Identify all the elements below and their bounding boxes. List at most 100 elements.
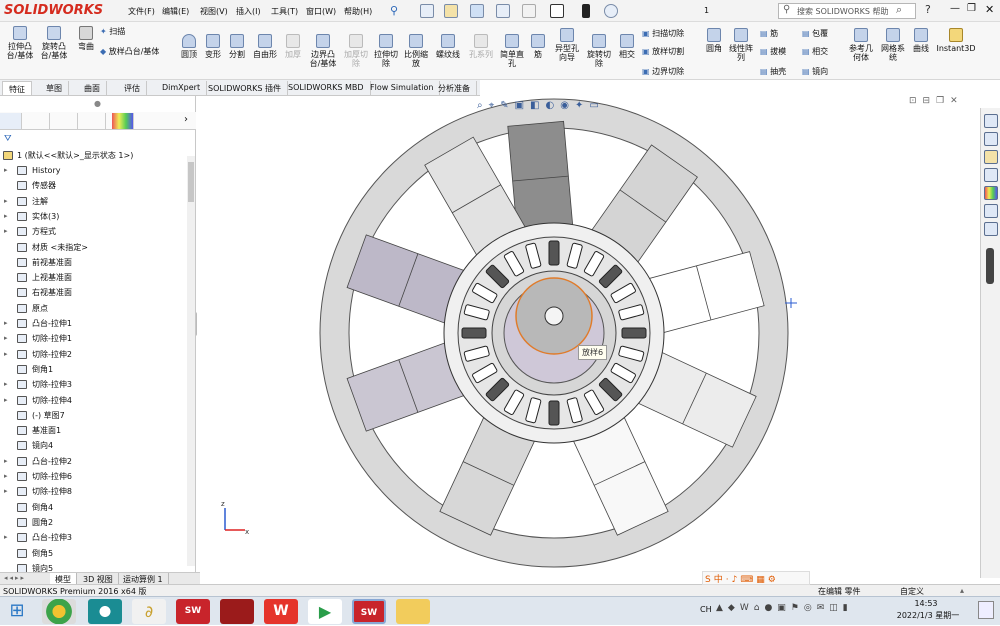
red-app-icon[interactable] xyxy=(220,599,254,624)
boundary-cut-button[interactable]: ▣ 边界切除 xyxy=(642,66,684,77)
instant3d-button[interactable]: Instant3D xyxy=(936,28,976,53)
rebuild-traffic-light-icon[interactable] xyxy=(582,4,590,18)
tree-item[interactable]: 倒角1 xyxy=(0,362,186,377)
tree-item[interactable]: (-) 草图7 xyxy=(0,408,186,423)
tree-item[interactable]: ▸ 凸台-拉伸2 xyxy=(0,454,186,469)
filter-icon[interactable]: ⛛ xyxy=(4,134,12,144)
solidworks-2016-icon[interactable]: SW xyxy=(176,599,210,624)
tab-nav-arrows-icon[interactable]: ◂◂▸▸ xyxy=(4,574,26,582)
feature-manager-tab-icon[interactable] xyxy=(0,113,22,129)
deform-button[interactable]: 变形 xyxy=(202,34,224,59)
expand-arrow-icon[interactable]: ▸ xyxy=(4,377,8,392)
menu-help[interactable]: 帮助(H) xyxy=(344,6,372,17)
hole-series-button[interactable]: 孔系列 xyxy=(466,34,496,59)
help-question-icon[interactable]: ? xyxy=(925,3,931,16)
tree-item[interactable]: ▸ 切除-拉伸4 xyxy=(0,393,186,408)
home-icon[interactable] xyxy=(984,114,998,128)
tree-item[interactable]: 倒角4 xyxy=(0,500,186,515)
clock-date[interactable]: 2022/1/3 星期一 xyxy=(888,610,968,621)
curves-button[interactable]: 曲线 xyxy=(910,28,932,53)
boundary-boss-button[interactable]: 边界凸 台/基体 xyxy=(306,34,340,68)
tree-item[interactable]: 右视基准面 xyxy=(0,285,186,300)
arduino-icon[interactable] xyxy=(88,599,122,624)
file-explorer-icon[interactable] xyxy=(984,150,998,164)
expand-arrow-icon[interactable]: ▸ xyxy=(4,454,8,469)
tab-flow-simulation[interactable]: Flow Simulation xyxy=(364,81,441,95)
tree-item[interactable]: 倒角5 xyxy=(0,546,186,561)
units-dropdown-chevron-icon[interactable]: ▴ xyxy=(960,586,964,595)
tree-item[interactable]: 圆角2 xyxy=(0,515,186,530)
minimize-button[interactable]: — xyxy=(950,3,960,14)
clock-time[interactable]: 14:53 xyxy=(906,599,946,608)
tree-item[interactable]: ▸ 切除-拉伸8 xyxy=(0,484,186,499)
draft-button[interactable]: ▤ 拔模 xyxy=(760,46,786,57)
lofted-cut-button[interactable]: ▣ 放样切割 xyxy=(642,46,684,57)
hole-wizard-button[interactable]: 异型孔 向导 xyxy=(552,28,582,62)
viewport-window-controls[interactable]: ⊡⊟❐✕ xyxy=(909,96,964,106)
menu-edit[interactable]: 编辑(E) xyxy=(162,6,189,17)
wrap-button[interactable]: ▤ 包覆 xyxy=(802,28,828,39)
tab-dimxpert[interactable]: DimXpert xyxy=(156,81,208,95)
rib-side-button[interactable]: ▤ 筋 xyxy=(760,28,778,39)
extrude-cut-button[interactable]: 拉伸切 除 xyxy=(372,34,400,68)
heads-up-view-toolbar[interactable]: ⌕⌖✎▣◧◐◉✦▭ xyxy=(477,100,727,114)
expand-arrow-icon[interactable]: ▸ xyxy=(4,316,8,331)
tree-item[interactable]: 前视基准面 xyxy=(0,255,186,270)
scale-button[interactable]: 比例缩 放 xyxy=(402,34,430,68)
system-tray-icons[interactable]: ▲◆W⌂●▣⚑◎✉◫▮ xyxy=(716,603,853,613)
reference-geometry-button[interactable]: 参考几 何体 xyxy=(846,28,876,62)
restore-button[interactable]: ❐ xyxy=(967,3,976,14)
extrude-boss-button[interactable]: 拉伸凸 台/基体 xyxy=(4,26,36,60)
tab-solidworks-addins[interactable]: SOLIDWORKS 插件 xyxy=(202,81,288,95)
play-store-icon[interactable]: ▶ xyxy=(308,599,342,624)
graphics-area[interactable]: z x ⌕⌖✎▣◧◐◉✦▭ ⊡⊟❐✕ xyxy=(197,96,977,572)
split-button[interactable]: 分割 xyxy=(226,34,248,59)
thicken-cut-button[interactable]: 加厚切 除 xyxy=(342,34,370,68)
appearances-icon[interactable] xyxy=(984,186,998,200)
menu-window[interactable]: 窗口(W) xyxy=(306,6,336,17)
tree-item[interactable]: ▸ History xyxy=(0,163,186,178)
intersect-side-button[interactable]: ▤ 相交 xyxy=(802,46,828,57)
display-manager-tab-icon[interactable] xyxy=(112,113,134,129)
pin-icon[interactable]: ⚲ xyxy=(390,4,398,17)
tray-language[interactable]: CH xyxy=(700,605,712,614)
sweep-button[interactable]: ✦ 扫描 xyxy=(100,26,125,37)
tab-sketch[interactable]: 草图 xyxy=(40,81,69,95)
loft-boss-button[interactable]: ◆ 放样凸台/基体 xyxy=(100,46,159,57)
tree-item[interactable]: 传感器 xyxy=(0,178,186,193)
select-cursor-icon[interactable] xyxy=(550,4,564,18)
tab-features[interactable]: 特征 xyxy=(2,81,32,95)
mesh-system-button[interactable]: 网格系 统 xyxy=(878,28,908,62)
ime-toolbar[interactable]: S中·♪⌨▦⚙ xyxy=(702,571,810,585)
flex-button[interactable]: 弯曲 xyxy=(74,26,98,51)
tree-item[interactable]: ▸ 凸台-拉伸3 xyxy=(0,530,186,545)
dome-button[interactable]: 圆顶 xyxy=(178,34,200,59)
panel-grip-dot[interactable]: ● xyxy=(94,99,101,108)
expand-arrow-icon[interactable]: ▸ xyxy=(4,224,8,239)
shell-button[interactable]: ▤ 抽壳 xyxy=(760,66,786,77)
tree-item[interactable]: ▸ 凸台-拉伸1 xyxy=(0,316,186,331)
undo-icon[interactable] xyxy=(522,4,536,18)
dimxpert-manager-tab-icon[interactable] xyxy=(84,113,106,129)
windows-start-icon[interactable]: ⊞ xyxy=(4,600,30,622)
expand-arrow-icon[interactable]: ▸ xyxy=(4,209,8,224)
linear-pattern-button[interactable]: 线性阵 列 xyxy=(726,28,756,62)
menu-insert[interactable]: 插入(I) xyxy=(236,6,261,17)
new-document-icon[interactable] xyxy=(420,4,434,18)
expand-arrow-icon[interactable]: ▸ xyxy=(4,194,8,209)
expand-arrow-icon[interactable]: ▸ xyxy=(4,163,8,178)
magnifier-icon[interactable]: ⌕ xyxy=(896,3,902,17)
property-manager-tab-icon[interactable] xyxy=(28,113,50,129)
tree-item[interactable]: ▸ 切除-拉伸6 xyxy=(0,469,186,484)
swept-cut-button[interactable]: ▣ 扫描切除 xyxy=(642,28,684,39)
panel-expand-chevron-icon[interactable]: › xyxy=(184,114,188,125)
file-explorer-taskbar-icon[interactable] xyxy=(396,599,430,624)
revolve-boss-button[interactable]: 旋转凸 台/基体 xyxy=(38,26,70,60)
expand-arrow-icon[interactable]: ▸ xyxy=(4,393,8,408)
tree-item[interactable]: 镜向4 xyxy=(0,438,186,453)
tree-item[interactable]: ▸ 切除-拉伸1 xyxy=(0,331,186,346)
rib-button[interactable]: 筋 xyxy=(528,34,548,59)
chrome-icon[interactable] xyxy=(42,599,76,624)
print-icon[interactable] xyxy=(496,4,510,18)
view-palette-icon[interactable] xyxy=(984,168,998,182)
